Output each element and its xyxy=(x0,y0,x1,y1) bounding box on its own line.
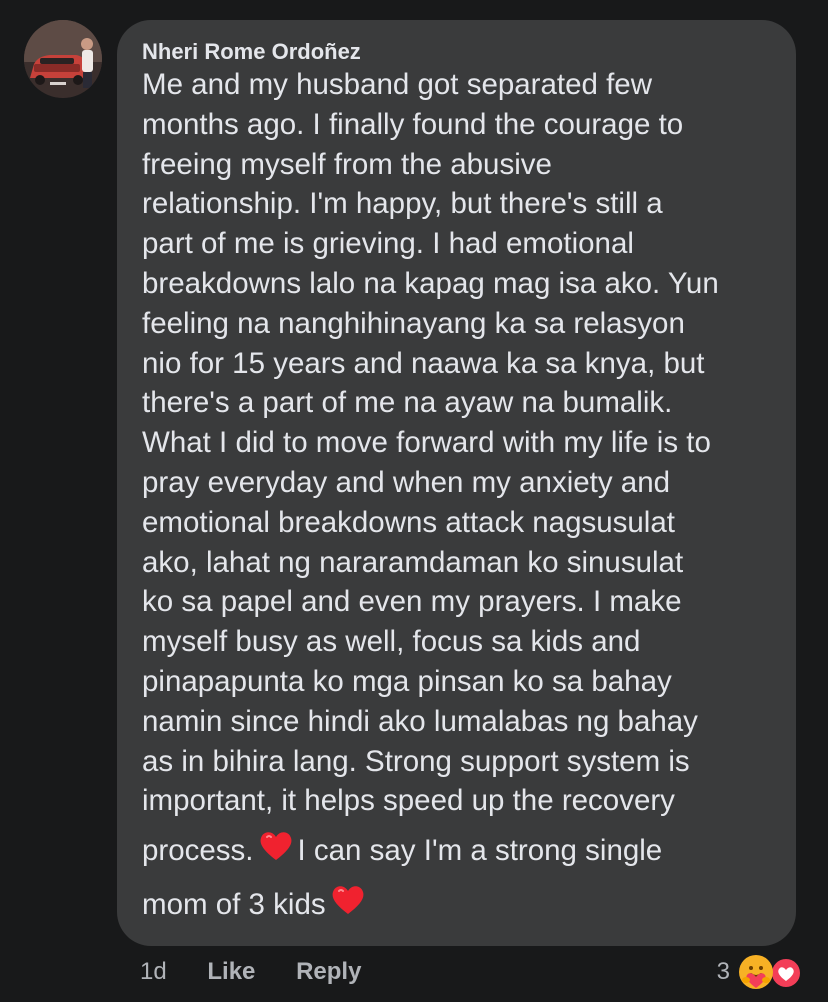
comment-line: freeing myself from the abusive xyxy=(142,147,552,181)
comment-line-with-heart: process. I can say I'm a strong single xyxy=(142,821,774,875)
comment-line: feeling na nanghihinayang ka sa relasyon xyxy=(142,306,685,340)
comment-line: myself busy as well, focus sa kids and xyxy=(142,625,641,659)
reactions-summary[interactable]: 3 xyxy=(717,954,806,990)
comment-bubble: Nheri Rome Ordoñez Me and my husband got… xyxy=(117,20,796,946)
comment-line-text: I can say I'm a strong single xyxy=(297,834,663,868)
comment-timestamp[interactable]: 1d xyxy=(140,958,167,985)
comment-author[interactable]: Nheri Rome Ordoñez xyxy=(142,39,774,65)
comment-line: ako, lahat ng nararamdaman ko sinusulat xyxy=(142,545,684,579)
comment-line: namin since hindi ako lumalabas ng bahay xyxy=(142,704,698,738)
red-heart-icon xyxy=(260,832,291,861)
like-button[interactable]: Like xyxy=(207,958,255,985)
comment-body: Me and my husband got separated few mont… xyxy=(142,65,774,929)
comment-actions: 1d Like Reply xyxy=(140,956,361,988)
comment-line: there's a part of me na ayaw na bumalik. xyxy=(142,386,673,420)
comment-line: pray everyday and when my anxiety and xyxy=(142,465,671,499)
comment-line: months ago. I finally found the courage … xyxy=(142,107,684,141)
care-reaction-icon xyxy=(739,955,773,989)
comment-line: pinapapunta ko mga pinsan ko sa bahay xyxy=(142,664,672,698)
love-reaction-icon xyxy=(770,957,802,989)
comment-line: What I did to move forward with my life … xyxy=(142,426,711,460)
reaction-icons xyxy=(738,954,806,990)
reaction-count: 3 xyxy=(716,958,730,985)
comment-line-text: mom of 3 kids xyxy=(142,888,326,922)
comment-line: part of me is grieving. I had emotional xyxy=(142,227,634,261)
comment-line: as in bihira lang. Strong support system… xyxy=(142,744,690,778)
comment-line-text: process. xyxy=(142,834,254,868)
comment-line: Me and my husband got separated few xyxy=(142,68,653,101)
comment-line: relationship. I'm happy, but there's sti… xyxy=(142,187,663,221)
comment-line: ko sa papel and even my prayers. I make xyxy=(142,585,682,619)
comment-line: important, it helps speed up the recover… xyxy=(142,784,675,818)
avatar-photo xyxy=(24,20,102,98)
avatar[interactable] xyxy=(24,20,102,98)
comment-line: nio for 15 years and naawa ka sa knya, b… xyxy=(142,346,705,380)
comment-line-with-heart: mom of 3 kids xyxy=(142,875,774,929)
comment-line: emotional breakdowns attack nagsusulat xyxy=(142,505,675,539)
comment-line: breakdowns lalo na kapag mag isa ako. Yu… xyxy=(142,266,719,300)
reply-button[interactable]: Reply xyxy=(296,958,361,985)
red-heart-icon xyxy=(332,886,364,915)
